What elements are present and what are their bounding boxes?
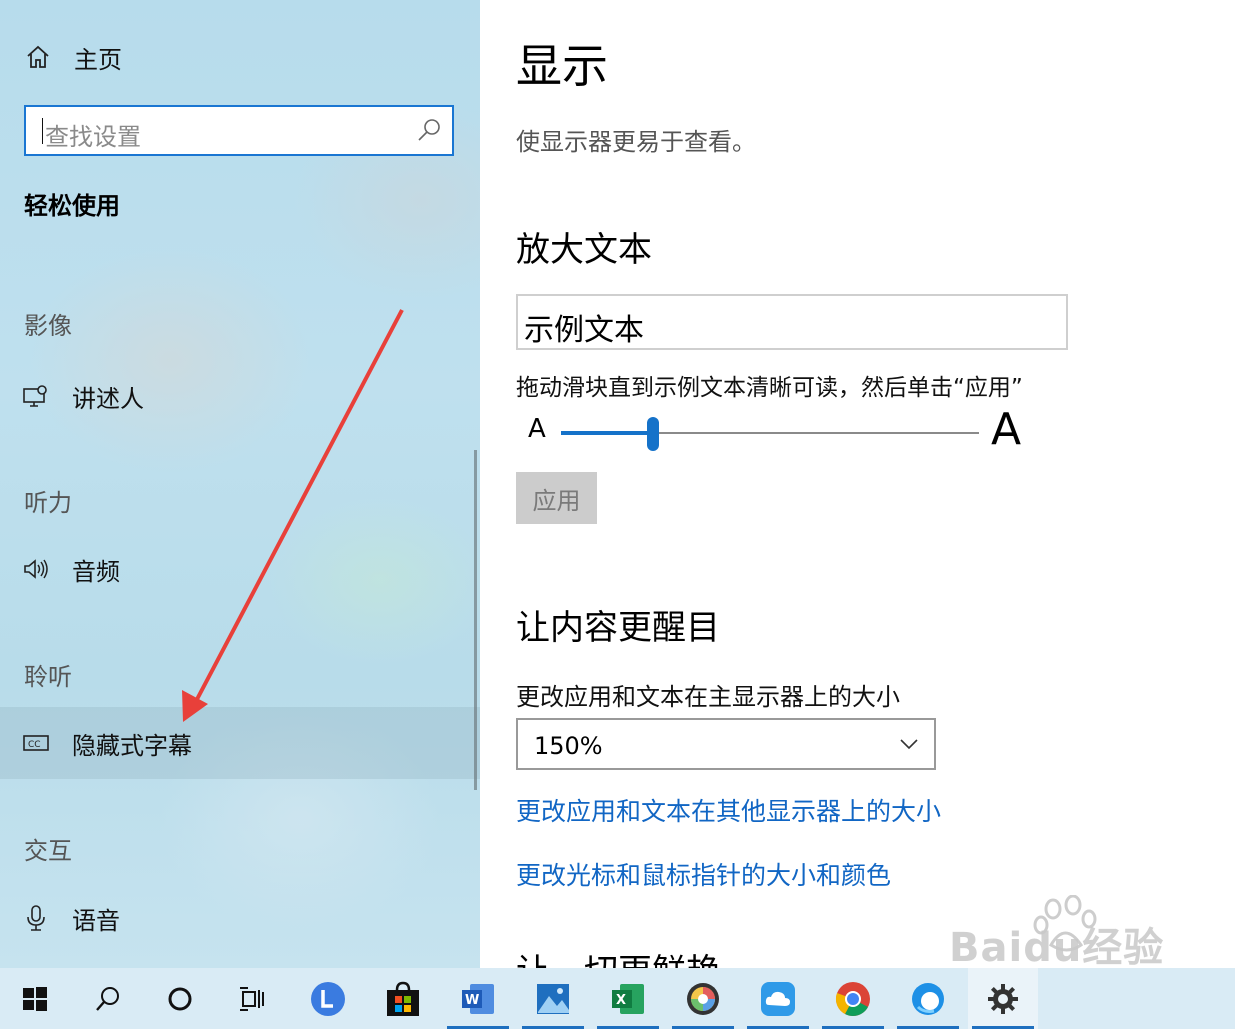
svg-text:W: W — [465, 993, 479, 1008]
settings-icon — [988, 983, 1018, 1014]
group-heading-hearing: 听力 — [24, 489, 72, 517]
slider-fill — [561, 431, 653, 435]
group-heading-listen: 聆听 — [24, 663, 72, 691]
windows-start-icon — [23, 986, 47, 1011]
taskbar-app-excel[interactable]: X — [593, 968, 663, 1029]
task-view-icon — [240, 986, 264, 1011]
sidebar-item-audio[interactable]: 音频 — [0, 533, 480, 605]
cortana-icon — [168, 987, 192, 1010]
sidebar-item-closed-captions[interactable]: CC 隐藏式字幕 — [0, 707, 480, 779]
taskbar: W X — [0, 968, 1235, 1029]
svg-text:X: X — [616, 993, 626, 1008]
page-title: 显示 — [516, 39, 608, 93]
svg-text:CC: CC — [28, 740, 41, 750]
speaker-icon — [22, 555, 50, 583]
settings-content: 显示 使显示器更易于查看。 放大文本 示例文本 拖动滑块直到示例文本清晰可读，然… — [480, 0, 1235, 968]
word-icon: W — [462, 983, 494, 1014]
nav-home-label: 主页 — [74, 45, 122, 74]
group-heading-vision: 影像 — [24, 312, 72, 340]
section-title: 轻松使用 — [24, 192, 120, 220]
sample-text: 示例文本 — [524, 313, 644, 348]
sidebar-item-label: 语音 — [72, 906, 120, 935]
sidebar-item-label: 音频 — [72, 557, 120, 586]
scale-dropdown[interactable]: 150% — [516, 718, 936, 770]
settings-sidebar: 主页 查找设置 轻松使用 影像 讲述人 听力 音频 聆听 CC 隐藏式字幕 交互… — [0, 0, 480, 968]
page-subtitle: 使显示器更易于查看。 — [516, 128, 756, 156]
slider-instruction: 拖动滑块直到示例文本清晰可读，然后单击“应用” — [516, 375, 1023, 401]
photos-icon — [537, 983, 569, 1014]
taskbar-app-cloud[interactable] — [743, 968, 813, 1029]
home-icon — [24, 43, 52, 71]
apply-button[interactable]: 应用 — [516, 472, 597, 524]
group-heading-interaction: 交互 — [24, 837, 72, 865]
enlarge-text-heading: 放大文本 — [516, 230, 652, 270]
sidebar-item-narrator[interactable]: 讲述人 — [0, 360, 480, 432]
link-cursor-size[interactable]: 更改光标和鼠标指针的大小和颜色 — [516, 856, 891, 892]
chevron-down-icon — [900, 739, 918, 750]
scale-dropdown-value: 150% — [534, 732, 603, 760]
taskbar-app-edge[interactable] — [893, 968, 963, 1029]
slider-min-label: A — [528, 414, 546, 444]
taskbar-app-photos[interactable] — [518, 968, 588, 1029]
make-stand-out-heading: 让内容更醒目 — [516, 608, 720, 648]
taskbar-start-button[interactable] — [0, 968, 70, 1029]
search-icon — [96, 986, 119, 1011]
slider-max-label: A — [991, 404, 1022, 455]
edge-icon — [912, 982, 944, 1015]
taskbar-search-button[interactable] — [73, 968, 143, 1029]
l-app-icon — [311, 981, 345, 1016]
scale-label: 更改应用和文本在主显示器上的大小 — [516, 683, 900, 711]
next-section-heading: 让一切更鲜艳 — [516, 944, 720, 968]
excel-icon: X — [612, 983, 644, 1014]
link-other-displays[interactable]: 更改应用和文本在其他显示器上的大小 — [516, 792, 941, 828]
taskbar-app-settings[interactable] — [968, 968, 1038, 1029]
taskbar-task-view-button[interactable] — [217, 968, 287, 1029]
sidebar-item-label: 隐藏式字幕 — [72, 731, 192, 760]
sidebar-item-label: 讲述人 — [72, 384, 144, 413]
sample-text-box: 示例文本 — [516, 294, 1068, 350]
store-icon — [387, 981, 419, 1016]
taskbar-cortana-button[interactable] — [145, 968, 215, 1029]
slider-thumb[interactable] — [646, 417, 659, 451]
narrator-icon — [22, 382, 50, 410]
microphone-icon — [22, 904, 50, 932]
closed-captions-icon: CC — [22, 729, 50, 757]
text-caret — [42, 118, 43, 144]
nav-home[interactable]: 主页 — [0, 22, 480, 92]
taskbar-app-chrome[interactable] — [818, 968, 888, 1029]
taskbar-app-word[interactable]: W — [443, 968, 513, 1029]
search-placeholder: 查找设置 — [45, 123, 141, 151]
color-app-icon — [687, 982, 719, 1015]
search-icon[interactable] — [416, 117, 442, 143]
search-input[interactable]: 查找设置 — [24, 105, 454, 156]
taskbar-app-store[interactable] — [368, 968, 438, 1029]
taskbar-app-color[interactable] — [668, 968, 738, 1029]
sidebar-item-speech[interactable]: 语音 — [0, 882, 480, 954]
sidebar-scrollbar[interactable] — [474, 450, 477, 790]
taskbar-app-l[interactable] — [293, 968, 363, 1029]
chrome-icon — [835, 981, 870, 1016]
cloud-app-icon — [761, 981, 795, 1016]
